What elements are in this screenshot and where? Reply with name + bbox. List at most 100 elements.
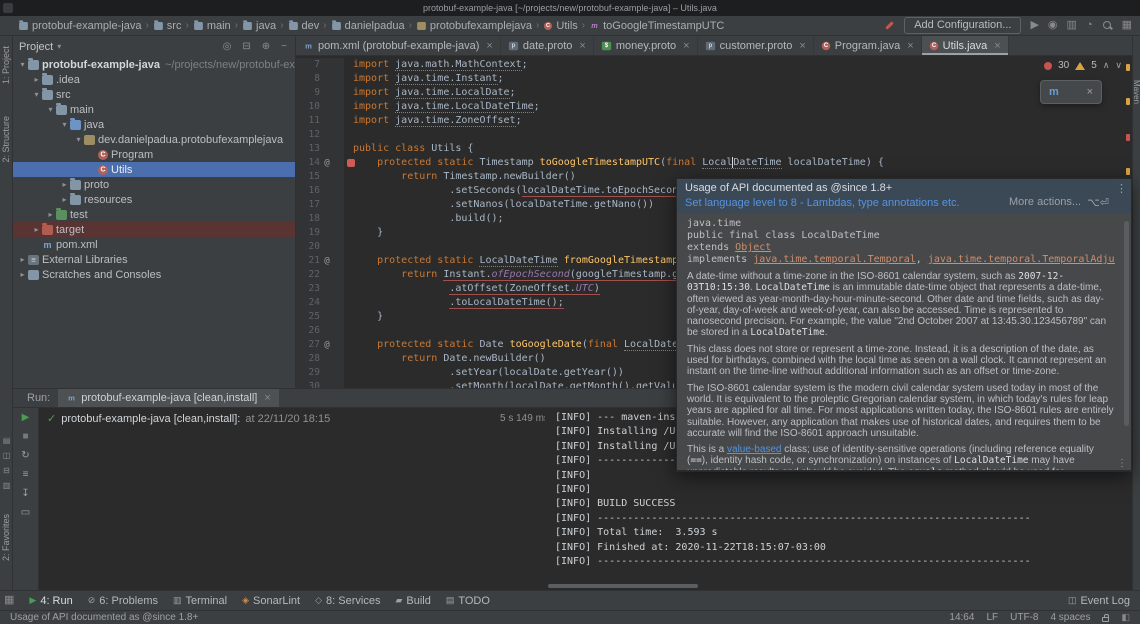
stop-icon[interactable]: ■ [22,432,28,442]
tree-item-protobuf-example-java[interactable]: ▾protobuf-example-java~/projects/new/pro… [13,57,295,72]
tool-window-button-project[interactable]: 1: Project [1,46,11,84]
floating-maven-widget[interactable]: m × [1040,80,1102,104]
prev-issue-icon[interactable]: ∧ [1103,60,1110,71]
chevron-icon[interactable]: ▾ [45,105,56,114]
rerun-icon[interactable]: ▶ [22,413,30,423]
profiler-icon[interactable]: ◔ [1086,20,1093,31]
run-configuration-tab[interactable]: protobuf-example-java [clean,install] × [58,389,279,407]
tree-item-dev-danielpadua-protobufexamplejava[interactable]: ▾dev.danielpadua.protobufexamplejava [13,132,295,147]
chevron-icon[interactable]: ▾ [31,90,42,99]
layers-icon[interactable]: ▥ [3,481,11,490]
more-actions-label[interactable]: More actions... [1009,196,1081,209]
chevron-icon[interactable]: ▾ [73,135,84,144]
chevron-icon[interactable]: ▸ [59,195,70,204]
collapse-icon[interactable]: ⊟ [3,466,10,475]
doc-link[interactable]: java.time.temporal.TemporalAdjuster [928,254,1115,265]
chevron-icon[interactable]: ▾ [59,120,70,129]
quick-fix-link[interactable]: Set language level to 8 - Lambdas, type … [685,197,960,209]
intention-bulb-icon[interactable] [347,159,355,167]
file-encoding[interactable]: UTF-8 [1010,612,1038,623]
breadcrumb-item-togoogletimestamputc[interactable]: toGoogleTimestampUTC [588,20,725,32]
more-actions[interactable]: More actions... ⌥⏎ [1009,196,1109,209]
tree-item-program[interactable]: Program [13,147,295,162]
breadcrumb-item-protobuf-example-java[interactable]: protobuf-example-java [17,20,142,32]
layout-icon[interactable]: ▦ [1122,20,1132,31]
breadcrumb-item-src[interactable]: src [152,20,183,32]
tool-window-button-favorites[interactable]: 2: Favorites [1,514,11,561]
settings-icon[interactable]: ⊕ [262,41,270,52]
tool-window-button-event-log[interactable]: ◫Event Log [1068,595,1130,607]
caret-position[interactable]: 14:64 [949,612,974,623]
code-line[interactable]: 9import java.time.LocalDate; [296,86,1132,100]
restart-icon[interactable]: ↻ [21,451,29,461]
next-issue-icon[interactable]: ∨ [1115,60,1122,71]
project-panel-header[interactable]: Project ▾ ◎ ⊟ ⊕ − [13,36,295,57]
tool-window-button-maven[interactable]: Maven [1132,80,1140,104]
code-line[interactable]: 14@ protected static Timestamp toGoogleT… [296,156,1132,170]
tree-item-main[interactable]: ▾main [13,102,295,117]
tree-item-idea[interactable]: ▸.idea [13,72,295,87]
close-icon[interactable]: × [799,40,805,52]
locate-icon[interactable]: ◎ [223,41,232,52]
structure-icon[interactable]: ▤ [3,436,11,445]
code-line[interactable]: 10import java.time.LocalDateTime; [296,100,1132,114]
tree-item-utils[interactable]: Utils [13,162,295,177]
stripe-error-mark[interactable] [1126,134,1130,141]
close-icon[interactable]: × [1087,86,1093,98]
horizontal-scrollbar[interactable] [548,584,698,588]
chevron-icon[interactable]: ▸ [31,75,42,84]
tree-item-target[interactable]: ▸target [13,222,295,237]
run-icon[interactable]: ▶ [1030,20,1038,31]
tree-item-resources[interactable]: ▸resources [13,192,295,207]
tool-window-button-structure[interactable]: 2: Structure [1,116,11,163]
kebab-menu-icon[interactable]: ⋮ [1116,182,1127,195]
editor-tab-utils-java[interactable]: Utils.java× [922,36,1009,55]
tool-window-button-8-services[interactable]: ◇8: Services [315,595,380,607]
tree-item-test[interactable]: ▸test [13,207,295,222]
breadcrumb-item-main[interactable]: main [192,20,232,32]
code-line[interactable]: 13public class Utils { [296,142,1132,156]
stripe-warning-mark[interactable] [1126,64,1130,71]
tree-item-pom-xml[interactable]: pom.xml [13,237,295,252]
chevron-icon[interactable]: ▸ [17,270,28,279]
code-line[interactable]: 8import java.time.Instant; [296,72,1132,86]
tree-item-external-libraries[interactable]: ▸External Libraries [13,252,295,267]
doc-link[interactable]: Object [735,242,771,253]
tree-item-scratches-and-consoles[interactable]: ▸Scratches and Consoles [13,267,295,282]
clear-icon[interactable]: ▭ [21,508,30,518]
code-line[interactable]: 11import java.time.ZoneOffset; [296,114,1132,128]
tool-windows-grid-icon[interactable]: ▦ [4,595,14,606]
reader-mode-icon[interactable]: ◧ [1121,613,1130,622]
inspection-widget[interactable]: 30 5 ∧ ∨ [1044,60,1122,71]
stripe-warning-mark[interactable] [1126,98,1130,105]
tool-window-button-6-problems[interactable]: ⊘6: Problems [88,595,158,607]
collapse-all-icon[interactable]: ⊟ [242,41,250,52]
options-icon[interactable]: ≡ [23,470,29,480]
close-icon[interactable]: × [683,40,689,52]
add-configuration-button[interactable]: Add Configuration... [904,17,1021,34]
close-icon[interactable]: × [994,40,1000,52]
tree-item-proto[interactable]: ▸proto [13,177,295,192]
chevron-icon[interactable]: ▸ [17,255,28,264]
chevron-icon[interactable]: ▸ [45,210,56,219]
debug-icon[interactable]: ◉ [1048,20,1058,31]
breadcrumb-item-java[interactable]: java [241,20,277,32]
search-icon[interactable] [1102,20,1113,31]
breadcrumb-item-utils[interactable]: Utils [542,20,578,32]
chevron-icon[interactable]: ▸ [31,225,42,234]
tree-item-src[interactable]: ▾src [13,87,295,102]
tool-window-button-build[interactable]: ▰Build [395,595,430,607]
wrench-icon[interactable] [884,20,895,31]
tool-window-button-4-run[interactable]: ▶4: Run [29,595,72,607]
kebab-menu-icon[interactable]: ⋮ [1117,458,1127,469]
tool-window-button-terminal[interactable]: ▥Terminal [173,595,227,607]
indent-setting[interactable]: 4 spaces [1050,612,1090,623]
chevron-icon[interactable]: ▾ [17,60,28,69]
breadcrumb-item-danielpadua[interactable]: danielpadua [330,20,406,32]
split-icon[interactable]: ◫ [3,451,11,460]
breadcrumb-item-protobufexamplejava[interactable]: protobufexamplejava [415,20,533,32]
editor-tab-program-java[interactable]: Program.java× [814,36,922,55]
doc-link[interactable]: value-based [727,444,781,455]
close-icon[interactable]: × [907,40,913,52]
chevron-icon[interactable]: ▸ [59,180,70,189]
